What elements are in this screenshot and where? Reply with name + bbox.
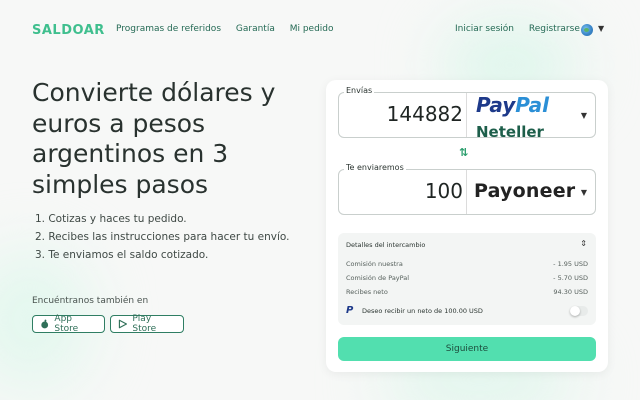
- detail-label: Recibes neto: [346, 288, 388, 296]
- main-nav: Programas de referidos Garantía Mi pedid…: [116, 24, 346, 34]
- step-item: 1. Cotizas y haces tu pedido.: [35, 213, 187, 225]
- register-link[interactable]: Registrarse: [529, 24, 580, 34]
- apple-icon: [41, 319, 49, 329]
- nav-my-order[interactable]: Mi pedido: [290, 24, 334, 34]
- nav-guarantee[interactable]: Garantía: [236, 24, 275, 34]
- account-nav: Iniciar sesión Registrarse: [455, 24, 592, 34]
- receive-provider-select[interactable]: Payoneer: [468, 170, 580, 214]
- exchange-details: Detalles del intercambio ⇕ Comisión nues…: [338, 233, 596, 325]
- detail-value: 94.30 USD: [553, 288, 588, 296]
- details-title: Detalles del intercambio: [346, 241, 426, 249]
- expand-toggle-icon[interactable]: ⇕: [580, 239, 587, 248]
- send-provider-select[interactable]: PayPal Neteller: [468, 93, 580, 137]
- find-us-label: Encuéntranos también en: [32, 296, 149, 306]
- converter-card: Envías 144882 PayPal Neteller ▼ ⇅ Te env…: [326, 80, 608, 372]
- swap-arrows-icon[interactable]: ⇅: [459, 146, 468, 159]
- steps-list: 1. Cotizas y haces tu pedido. 2. Recibes…: [35, 213, 289, 267]
- paypal-icon: P: [346, 305, 354, 316]
- next-button[interactable]: Siguiente: [338, 337, 596, 361]
- detail-row: Recibes neto 94.30 USD: [346, 288, 588, 296]
- net-amount-label: Deseo recibir un neto de 100.00 USD: [362, 306, 483, 315]
- net-amount-option: P Deseo recibir un neto de 100.00 USD: [346, 305, 483, 316]
- nav-referral-programs[interactable]: Programas de referidos: [116, 24, 221, 34]
- net-amount-toggle[interactable]: [570, 306, 588, 316]
- play-store-label: Play Store: [132, 314, 157, 334]
- globe-icon[interactable]: [581, 24, 593, 36]
- step-item: 3. Te enviamos el saldo cotizado.: [35, 249, 209, 261]
- receive-amount-input[interactable]: 100: [425, 179, 463, 203]
- hero-title: Convierte dólares y euros a pesos argent…: [32, 78, 276, 199]
- send-amount-input[interactable]: 144882: [387, 102, 463, 126]
- brand-logo[interactable]: SALDOAR: [32, 23, 105, 38]
- app-store-label: App Store: [54, 314, 79, 334]
- chevron-down-icon[interactable]: ▼: [581, 111, 587, 120]
- app-store-button[interactable]: App Store: [32, 314, 105, 334]
- detail-label: Comisión nuestra: [346, 260, 403, 268]
- receive-field[interactable]: Te enviaremos 100 Payoneer ▼: [338, 163, 596, 215]
- chevron-down-icon[interactable]: ▼: [581, 188, 587, 197]
- neteller-logo: Neteller: [476, 123, 544, 137]
- send-field[interactable]: Envías 144882 PayPal Neteller ▼: [338, 86, 596, 138]
- detail-value: - 1.95 USD: [553, 260, 588, 268]
- paypal-logo: PayPal: [476, 93, 550, 117]
- field-divider: [466, 93, 467, 137]
- detail-value: - 5.70 USD: [553, 274, 588, 282]
- chevron-down-icon[interactable]: ▼: [598, 24, 604, 33]
- toggle-knob: [570, 306, 580, 316]
- detail-row: Comisión de PayPal - 5.70 USD: [346, 274, 588, 282]
- detail-label: Comisión de PayPal: [346, 274, 410, 282]
- login-link[interactable]: Iniciar sesión: [455, 24, 514, 34]
- send-label: Envías: [344, 86, 375, 95]
- field-divider: [466, 170, 467, 214]
- play-store-button[interactable]: Play Store: [110, 314, 184, 334]
- receive-label: Te enviaremos: [344, 163, 406, 172]
- play-store-icon: [118, 319, 127, 329]
- payoneer-logo: Payoneer: [474, 180, 576, 202]
- detail-row: Comisión nuestra - 1.95 USD: [346, 260, 588, 268]
- step-item: 2. Recibes las instrucciones para hacer …: [35, 231, 290, 243]
